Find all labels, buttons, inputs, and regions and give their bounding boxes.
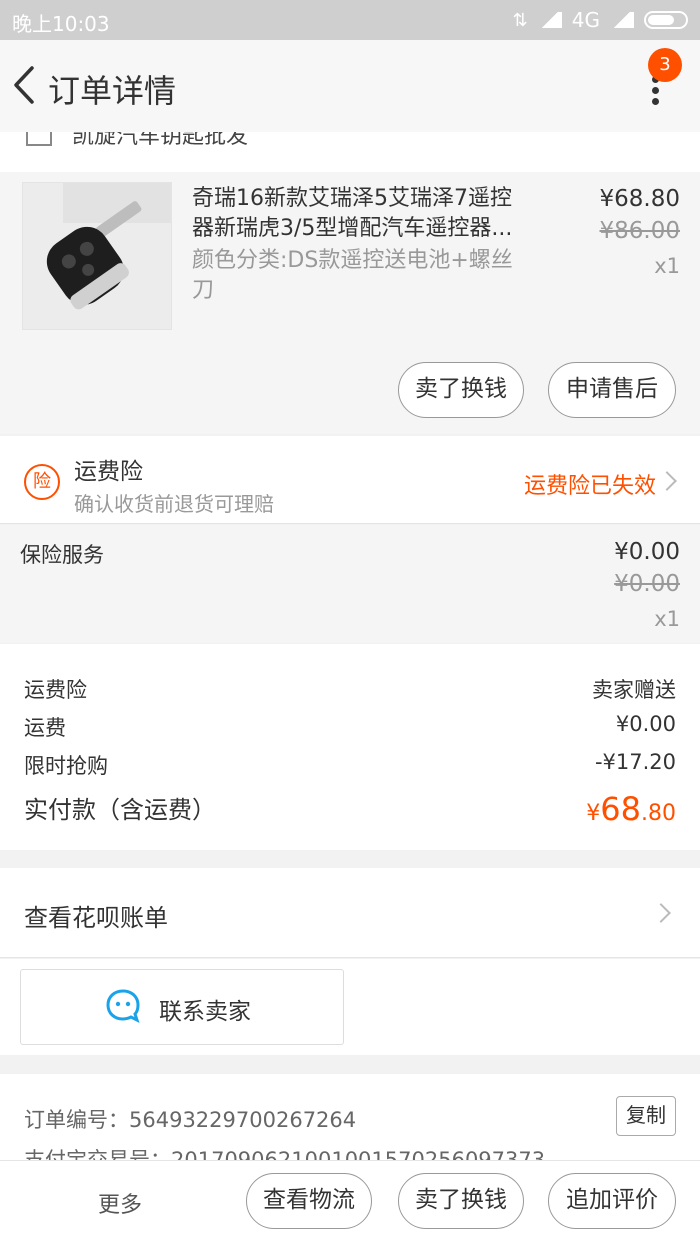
sell-button-bottom[interactable]: 卖了换钱 <box>398 1173 524 1229</box>
product-quantity: x1 <box>654 254 680 278</box>
copy-button[interactable]: 复制 <box>616 1096 676 1136</box>
summary-row: 限时抢购 -¥17.20 <box>24 750 676 786</box>
summary-value: ¥0.00 <box>615 712 676 736</box>
product-price: ¥68.80 <box>599 186 680 212</box>
insurance-service-item: 保险服务 ¥0.00 ¥0.00 x1 <box>0 525 700 643</box>
battery-icon <box>644 11 688 29</box>
after-sale-button[interactable]: 申请售后 <box>548 362 676 418</box>
product-original-price: ¥86.00 <box>599 218 680 244</box>
view-logistics-button[interactable]: 查看物流 <box>246 1173 372 1229</box>
sell-button[interactable]: 卖了换钱 <box>398 362 524 418</box>
signal-icon-2 <box>610 12 634 28</box>
bottom-action-bar: 更多 查看物流 卖了换钱 追加评价 <box>0 1160 700 1244</box>
order-info: 订单编号：56493229700267264 复制 支付宝交易号：2017090… <box>0 1074 700 1160</box>
more-link[interactable]: 更多 <box>98 1187 142 1219</box>
status-bar: 晚上10:03 ⇅ 4G <box>0 0 700 40</box>
back-arrow-icon[interactable] <box>8 62 44 108</box>
freight-insurance-subtitle: 确认收货前退货可理赔 <box>74 492 274 516</box>
chevron-right-icon <box>651 903 671 923</box>
freight-insurance-row[interactable]: 险 运费险 确认收货前退货可理赔 运费险已失效 <box>0 436 700 524</box>
total-integer: 68 <box>600 790 641 828</box>
total-row: 实付款（含运费） ¥68.80 <box>24 790 676 834</box>
shop-icon <box>26 132 52 146</box>
product-item[interactable]: 奇瑞16新款艾瑞泽5艾瑞泽7遥控器新瑞虎3/5型增配汽车遥控器... 颜色分类:… <box>0 172 700 434</box>
summary-label: 运费 <box>24 716 66 740</box>
insurance-service-label: 保险服务 <box>20 543 104 567</box>
trade-number: 支付宝交易号：2017090621001001570256097373 <box>24 1148 546 1160</box>
insurance-service-original-price: ¥0.00 <box>614 571 680 597</box>
summary-label: 运费险 <box>24 678 87 702</box>
freight-insurance-status: 运费险已失效 <box>523 474 656 499</box>
chevron-right-icon <box>657 471 677 491</box>
contact-seller-label: 联系卖家 <box>159 999 251 1025</box>
add-review-button[interactable]: 追加评价 <box>548 1173 676 1229</box>
status-icons: ⇅ 4G <box>513 8 688 32</box>
freight-insurance-title: 运费险 <box>74 459 143 485</box>
summary-row: 运费险 卖家赠送 <box>24 674 676 710</box>
page-title: 订单详情 <box>48 72 177 110</box>
nav-bar: 订单详情 3 <box>0 40 700 132</box>
status-time: 晚上10:03 <box>12 12 110 36</box>
contact-seller-button[interactable]: 联系卖家 <box>20 969 344 1045</box>
notification-badge: 3 <box>648 48 682 82</box>
huabei-bill-label: 查看花呗账单 <box>24 904 168 932</box>
total-label: 实付款（含运费） <box>24 796 216 824</box>
product-sku: 颜色分类:DS款遥控送电池+螺丝刀 <box>192 248 513 303</box>
summary-value: -¥17.20 <box>594 750 676 774</box>
insurance-service-quantity: x1 <box>654 607 680 631</box>
summary-label: 限时抢购 <box>24 754 108 778</box>
product-name[interactable]: 奇瑞16新款艾瑞泽5艾瑞泽7遥控器新瑞虎3/5型增配汽车遥控器... <box>192 184 532 244</box>
order-number: 订单编号：56493229700267264 <box>24 1108 357 1132</box>
network-type: 4G <box>571 8 600 32</box>
chat-bubble-icon <box>106 989 140 1023</box>
shop-header[interactable]: 凯旋汽车钥匙批发 <box>0 132 700 172</box>
product-thumbnail[interactable] <box>22 182 172 330</box>
signal-icon <box>537 12 562 28</box>
summary-value: 卖家赠送 <box>592 678 676 702</box>
insurance-service-price: ¥0.00 <box>614 539 680 565</box>
car-key-image <box>23 183 171 329</box>
shop-name: 凯旋汽车钥匙批发 <box>72 132 249 149</box>
total-amount: ¥68.80 <box>586 790 676 828</box>
contact-section: 联系卖家 <box>0 959 700 1055</box>
summary-row: 运费 ¥0.00 <box>24 712 676 748</box>
data-transfer-icon: ⇅ <box>512 9 528 31</box>
price-summary: 运费险 卖家赠送 运费 ¥0.00 限时抢购 -¥17.20 实付款（含运费） … <box>0 644 700 850</box>
huabei-bill-row[interactable]: 查看花呗账单 <box>0 868 700 958</box>
total-currency: ¥ <box>586 801 601 826</box>
insurance-icon: 险 <box>24 464 60 500</box>
total-decimal: .80 <box>641 801 676 826</box>
